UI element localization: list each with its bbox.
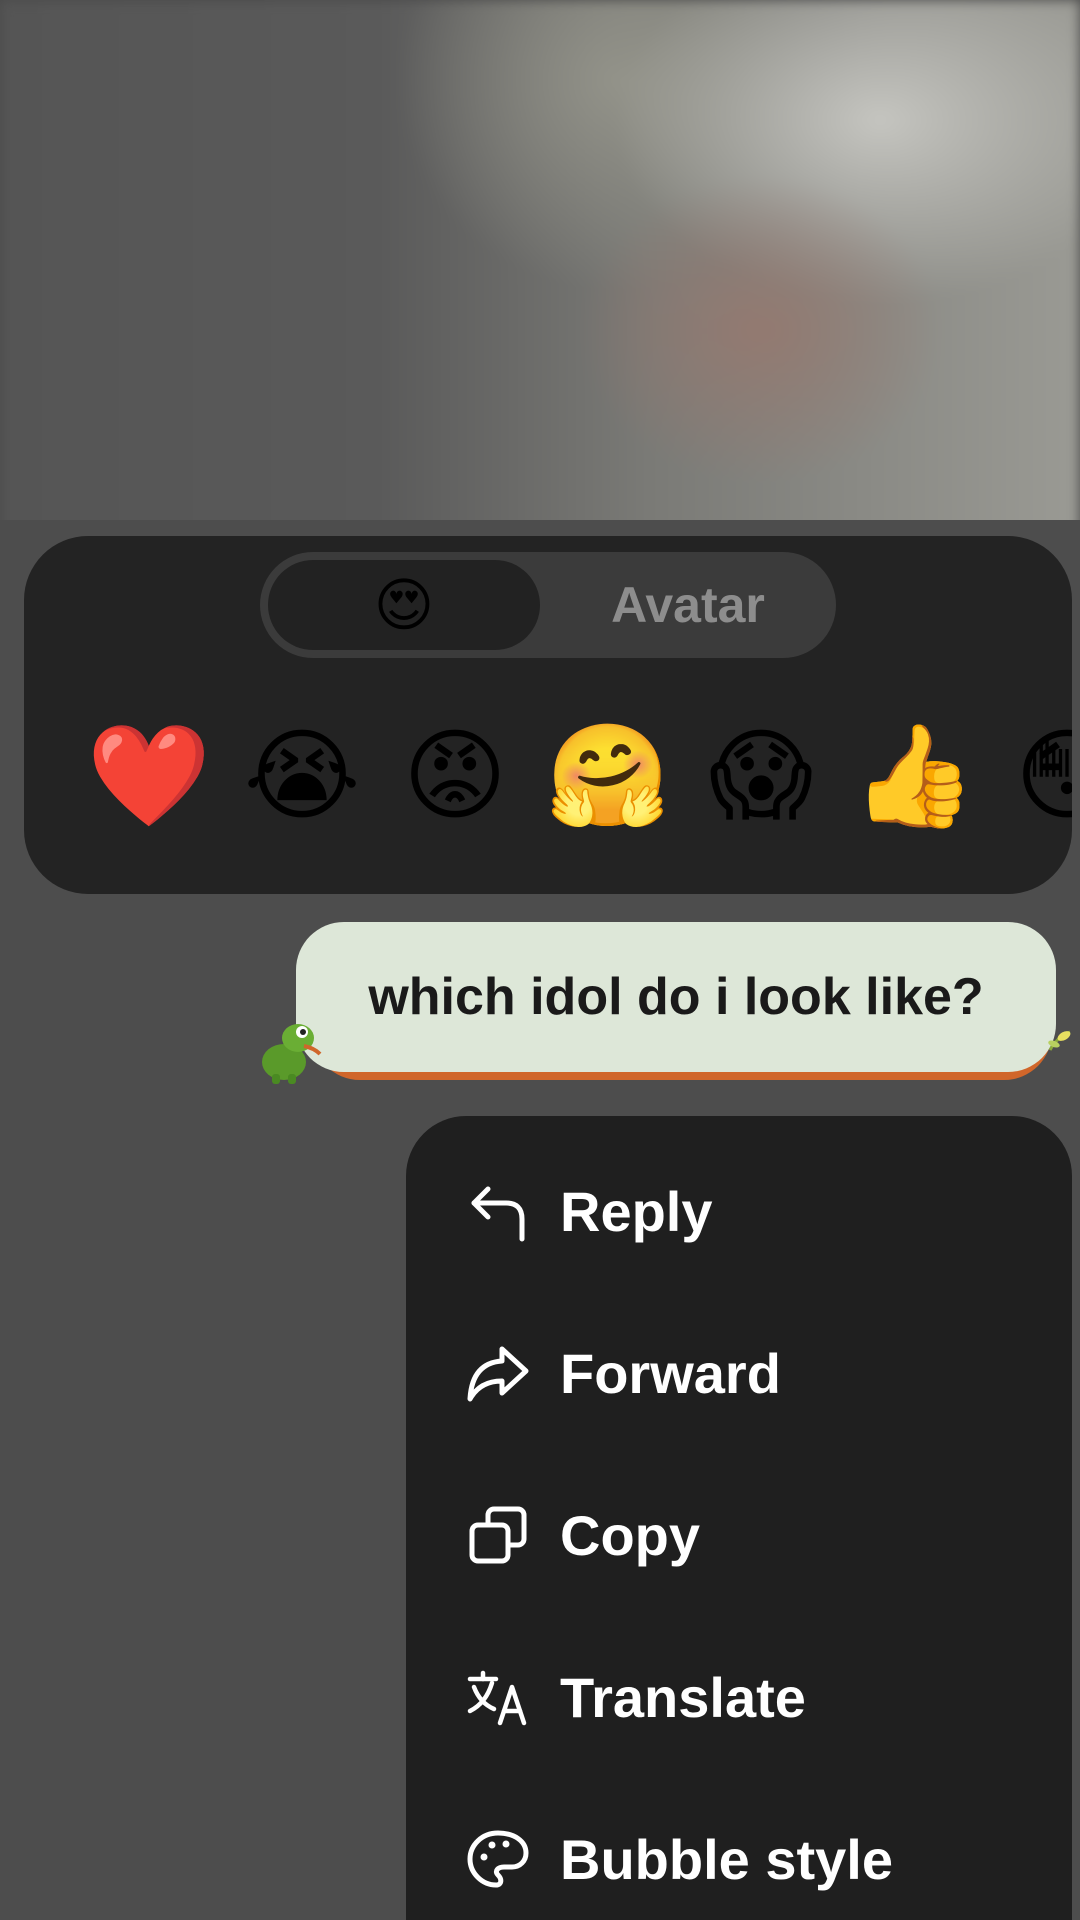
reply-icon [466,1179,530,1243]
message-bubble[interactable]: which idol do i look like? [254,922,1071,1084]
menu-item-translate[interactable]: Translate [406,1616,1072,1778]
menu-label: Copy [560,1503,700,1567]
tab-emoji[interactable]: 😍 [268,560,540,650]
translate-icon [466,1665,530,1729]
sprout-icon [1048,1030,1071,1051]
menu-item-bubble-style[interactable]: Bubble style [406,1778,1072,1920]
reaction-crying[interactable]: 😭 [237,711,367,841]
menu-label: Translate [560,1665,806,1729]
menu-item-forward[interactable]: Forward [406,1292,1072,1454]
dinosaur-sticker-icon [262,1024,322,1084]
copy-icon [466,1503,530,1567]
reaction-flushed[interactable]: 😳 [1002,711,1072,841]
tab-avatar[interactable]: Avatar [548,560,828,650]
blurred-background [0,0,1080,560]
palette-icon [466,1827,530,1891]
menu-item-copy[interactable]: Copy [406,1454,1072,1616]
bubble-body: which idol do i look like? [296,922,1056,1072]
reaction-thumbs-up[interactable]: 👍 [849,711,979,841]
reaction-angry[interactable]: 😡 [390,711,520,841]
reaction-hug[interactable]: 🤗 [543,711,673,841]
menu-label: Reply [560,1179,713,1243]
reaction-scream[interactable]: 😱 [696,711,826,841]
reaction-heart[interactable]: ❤️ [84,711,214,841]
reaction-picker: 😍 Avatar ❤️ 😭 😡 🤗 😱 👍 😳 [24,536,1072,894]
reaction-mode-toggle: 😍 Avatar [260,552,836,658]
menu-label: Bubble style [560,1827,893,1891]
menu-label: Forward [560,1341,781,1405]
emoji-row: ❤️ 😭 😡 🤗 😱 👍 😳 [24,711,1072,841]
forward-icon [466,1341,530,1405]
message-context-menu: Reply Forward Copy Translate Bubble styl… [406,1116,1072,1920]
message-text: which idol do i look like? [368,968,984,1026]
menu-item-reply[interactable]: Reply [406,1130,1072,1292]
